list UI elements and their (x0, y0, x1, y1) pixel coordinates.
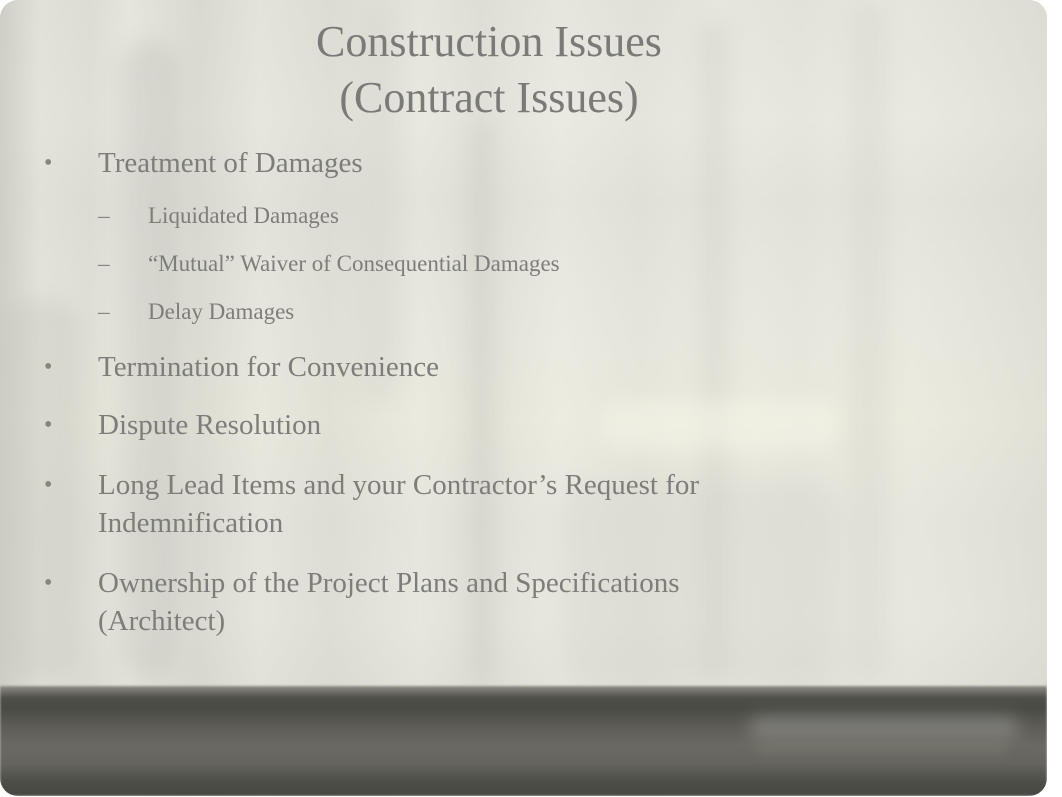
slide: Construction Issues (Contract Issues) • … (0, 0, 1047, 796)
slide-title: Construction Issues (Contract Issues) (0, 14, 978, 126)
bullet-icon: • (44, 150, 53, 176)
firm-tagline-icon (757, 746, 1007, 754)
bullet-text-line-1: Ownership of the Project Plans and Speci… (98, 567, 680, 599)
sub-bullet-item: – Delay Damages (98, 297, 295, 327)
dash-icon: – (98, 299, 110, 324)
bullet-icon: • (44, 570, 53, 596)
sub-bullet-item: – “Mutual” Waiver of Consequential Damag… (98, 249, 560, 279)
bullet-text: Dispute Resolution (98, 409, 322, 441)
bullet-text-line-2: Indemnification (98, 507, 284, 539)
bullet-item: • Termination for Convenience (44, 348, 440, 386)
bullet-icon: • (44, 472, 53, 498)
dash-icon: – (98, 203, 110, 228)
sub-bullet-text: “Mutual” Waiver of Consequential Damages (148, 251, 560, 276)
sub-bullet-text: Liquidated Damages (148, 203, 339, 228)
slide-title-line-1: Construction Issues (316, 17, 662, 66)
bullet-item: • Treatment of Damages (44, 144, 363, 182)
firm-logo-icon (749, 716, 1019, 740)
footer-band (0, 686, 1047, 796)
bullet-text: Treatment of Damages (98, 147, 363, 179)
bullet-item: • Ownership of the Project Plans and Spe… (44, 564, 680, 640)
background-shape (600, 400, 840, 450)
sub-bullet-text: Delay Damages (148, 299, 295, 324)
bullet-text-line-1: Long Lead Items and your Contractor’s Re… (98, 469, 700, 501)
slide-title-line-2: (Contract Issues) (339, 73, 639, 122)
bullet-text: Termination for Convenience (98, 351, 440, 383)
background-shape (0, 300, 80, 680)
bullet-icon: • (44, 412, 53, 438)
bullet-icon: • (44, 354, 53, 380)
bullet-item: • Long Lead Items and your Contractor’s … (44, 466, 700, 542)
dash-icon: – (98, 251, 110, 276)
sub-bullet-item: – Liquidated Damages (98, 201, 339, 231)
bullet-item: • Dispute Resolution (44, 406, 322, 444)
bullet-text-line-2: (Architect) (98, 605, 226, 637)
